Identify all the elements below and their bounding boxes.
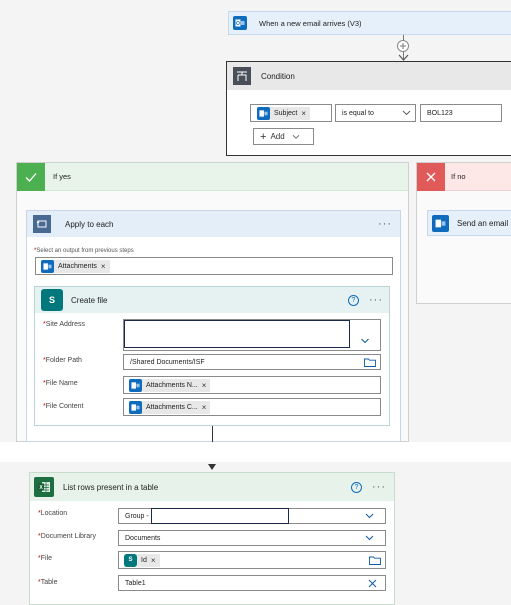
attachments-token[interactable]: Attachments × [41,259,110,273]
folder-icon[interactable] [369,556,381,565]
chevron-down-icon [402,110,411,116]
select-output-label: *Select an output from previous steps [34,248,134,254]
add-button[interactable]: + Add [253,128,314,145]
folder-icon[interactable] [364,358,376,367]
site-address-redacted [124,320,350,348]
condition-operator: is equal to [342,109,374,117]
site-address-label: *Site Address [43,321,86,328]
table-label: *Table [38,579,58,586]
if-yes-header[interactable]: If yes [17,162,408,191]
close-icon [417,162,445,191]
folder-path-label: *Folder Path [43,357,82,364]
table-field[interactable]: Table1 [118,575,386,591]
excel-icon: X [34,477,54,497]
location-value: Group - [125,512,149,520]
condition-header[interactable]: Condition [227,62,511,90]
table-value: Table1 [125,579,146,587]
file-content-label: *File Content [43,403,84,410]
folder-path-value: /Shared Documents/ISF [130,358,205,366]
location-redacted [150,508,289,524]
sharepoint-icon: S [124,553,137,567]
file-content-token[interactable]: Attachments C... × [129,400,211,414]
apply-to-each-header[interactable]: Apply to each ··· [27,211,400,237]
file-name-label: *File Name [43,380,78,387]
arrow-down-icon [398,54,409,61]
remove-token-icon[interactable]: × [202,403,207,412]
outlook-icon [432,214,449,232]
outlook-icon: O [233,16,247,30]
file-content-token-label: Attachments C... [146,403,198,411]
document-library-value: Documents [125,534,161,542]
trigger-card[interactable]: O When a new email arrives (V3) [228,11,511,35]
chevron-down-icon[interactable] [364,535,375,541]
more-icon[interactable]: ··· [372,481,386,493]
outlook-icon [129,378,142,392]
more-icon[interactable]: ··· [378,218,392,230]
condition-operator-select[interactable]: is equal to [335,104,416,122]
apply-to-each-title: Apply to each [65,219,114,229]
subject-token-label: Subject [274,109,298,117]
help-icon[interactable]: ? [351,481,362,493]
folder-path-field[interactable]: /Shared Documents/ISF [123,354,381,370]
condition-left-operand[interactable]: Subject × [250,104,332,122]
connector-line [212,426,213,442]
condition-icon [233,67,251,85]
close-icon[interactable] [368,579,377,588]
location-field[interactable]: Group - [118,508,386,524]
sharepoint-icon: S [41,289,63,311]
remove-token-icon[interactable]: × [101,262,106,271]
screenshot-gap [0,442,511,462]
more-icon[interactable]: ··· [369,294,383,306]
if-no-header[interactable]: If no [417,162,511,191]
if-no-label: If no [451,172,466,181]
check-icon [17,162,45,191]
document-library-field[interactable]: Documents [118,530,386,546]
create-file-header[interactable]: S Create file ? ··· [35,287,389,313]
if-yes-label: If yes [53,172,71,181]
file-name-token-label: Attachments N... [146,381,198,389]
outlook-icon [129,400,142,414]
condition-value-field[interactable]: BOL123 [420,104,502,122]
file-content-field[interactable]: Attachments C... × [123,398,381,416]
outlook-icon [257,106,270,120]
select-output-field[interactable]: Attachments × [35,257,393,275]
chevron-down-icon [292,134,300,139]
create-file-title: Create file [71,295,108,305]
create-file-card[interactable]: S Create file ? ··· *Site Address *Folde… [34,286,390,426]
insert-step-button[interactable] [397,40,409,52]
remove-token-icon[interactable]: × [151,556,156,565]
location-label: *Location [38,510,68,517]
help-icon[interactable]: ? [348,294,359,306]
outlook-icon [41,259,54,273]
svg-text:O: O [236,21,240,27]
send-email-title: Send an email [457,218,509,228]
loop-icon [33,215,51,233]
list-rows-title: List rows present in a table [63,482,159,492]
file-label: *File [38,555,53,562]
list-rows-card[interactable]: X List rows present in a table ? ··· *Lo… [29,472,395,605]
condition-title: Condition [261,71,295,81]
file-name-field[interactable]: Attachments N... × [123,376,381,394]
add-button-label: Add [270,132,285,141]
condition-value: BOL123 [427,109,453,117]
remove-token-icon[interactable]: × [202,381,207,390]
chevron-down-icon[interactable] [364,513,375,519]
plus-icon: + [260,130,267,143]
id-token-label: Id [141,556,147,564]
file-name-token[interactable]: Attachments N... × [129,378,211,392]
plus-icon [400,43,406,49]
arrow-down-icon [208,464,216,470]
subject-token[interactable]: Subject × [257,106,311,120]
remove-token-icon[interactable]: × [301,109,306,118]
file-field[interactable]: S Id × [118,551,386,569]
attachments-token-label: Attachments [58,262,97,270]
chevron-down-icon[interactable] [360,338,370,344]
trigger-title: When a new email arrives (V3) [259,18,362,28]
list-rows-header[interactable]: X List rows present in a table ? ··· [30,473,394,501]
id-token[interactable]: S Id × [124,553,160,567]
site-address-field[interactable] [123,319,381,351]
send-email-card[interactable]: Send an email [427,210,511,236]
condition-card[interactable]: Condition Subject × is equal to BOL123 +… [226,61,511,156]
document-library-label: *Document Library [38,533,96,540]
